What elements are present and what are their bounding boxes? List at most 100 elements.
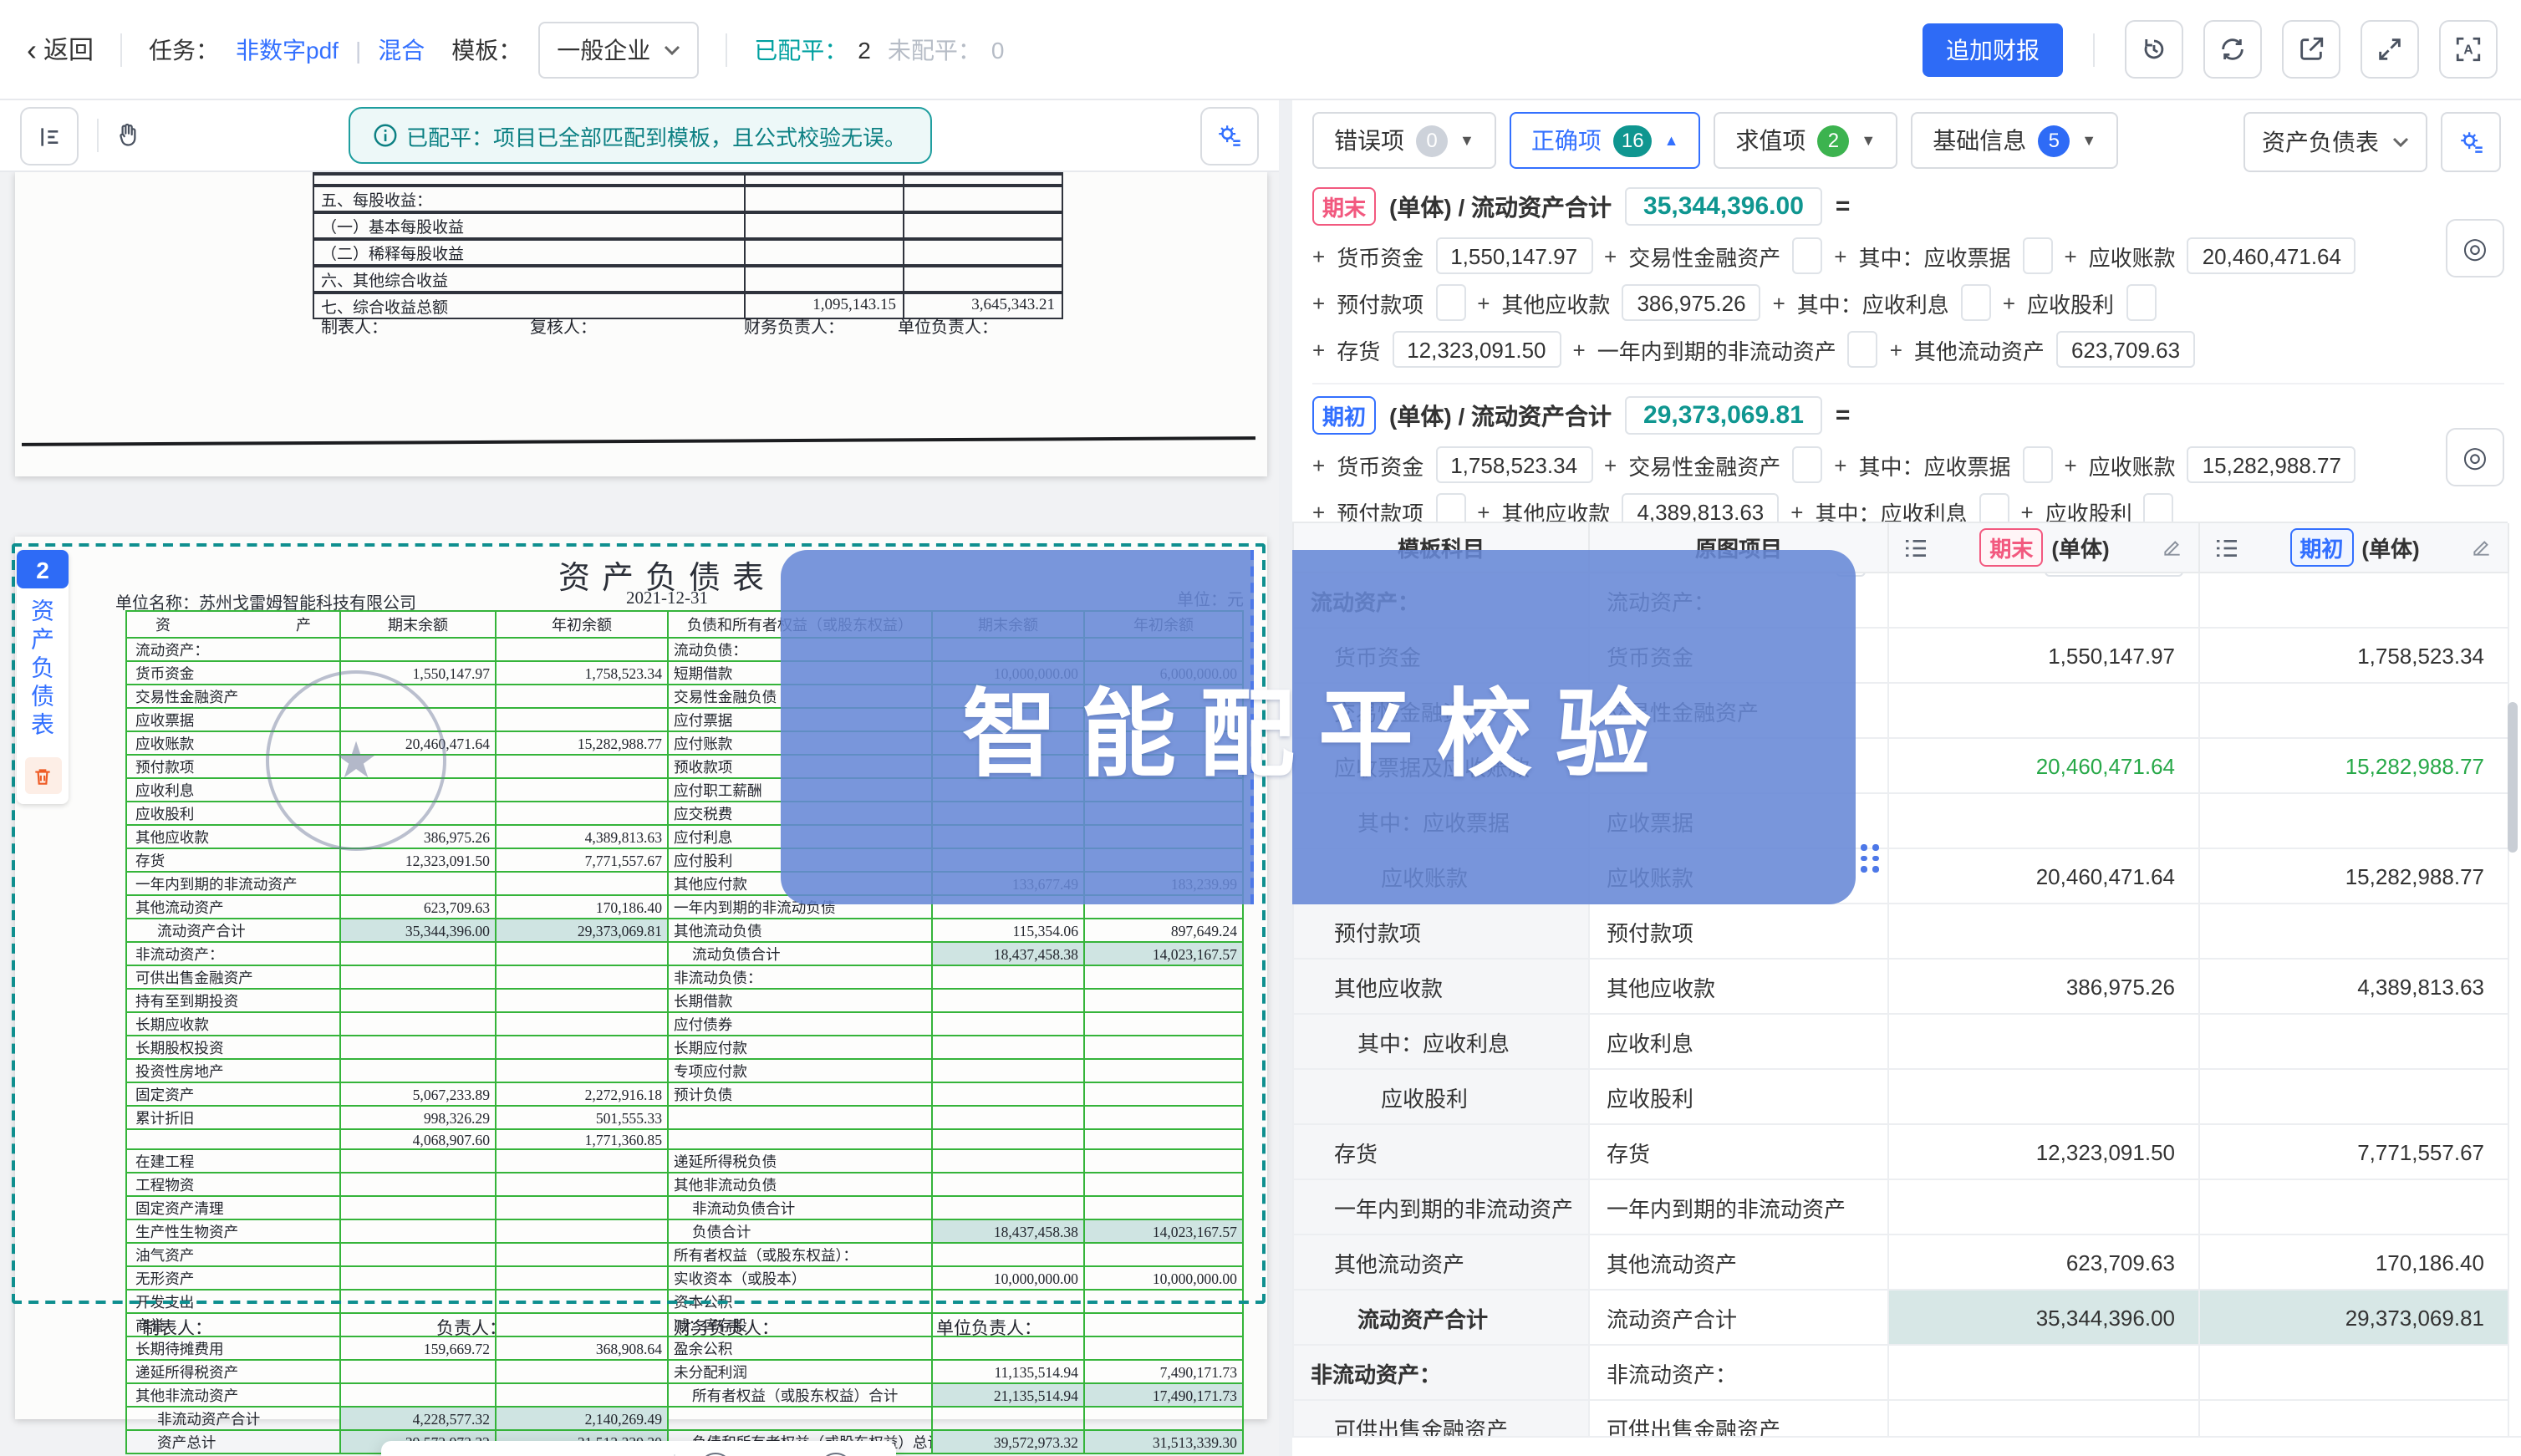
tab-error-items[interactable]: 错误项0▼: [1312, 112, 1496, 169]
zoom-out-button[interactable]: −: [700, 1453, 733, 1456]
table-row[interactable]: 预付款项预付款项: [1293, 904, 2508, 959]
cell-period-end-value[interactable]: [1888, 683, 2199, 738]
term-value-box[interactable]: [2022, 237, 2052, 274]
cell-period-begin-value[interactable]: [2199, 1179, 2508, 1235]
view-on-image-button[interactable]: ◎: [2446, 428, 2504, 486]
doc-cell-liability: 长期借款: [668, 989, 932, 1012]
list-icon[interactable]: [2215, 537, 2238, 557]
ocr-recognize-button[interactable]: A: [2439, 20, 2498, 79]
cell-period-end-value[interactable]: 1,550,147.97: [1888, 628, 2199, 683]
term-value-box[interactable]: [1961, 284, 1991, 321]
table-row[interactable]: 其他流动资产其他流动资产623,709.63170,186.40: [1293, 1235, 2508, 1290]
cell-period-begin-value[interactable]: [2199, 1014, 2508, 1069]
formula-total-value[interactable]: 29,373,069.81: [1625, 396, 1822, 435]
scan-artifact: [22, 436, 1255, 446]
cell-period-end-value[interactable]: 386,975.26: [1888, 959, 2199, 1014]
doc-row: 在建工程递延所得税负债: [126, 1150, 1243, 1173]
refresh-button[interactable]: [2203, 20, 2262, 79]
term-value-box[interactable]: 386,975.26: [1622, 284, 1760, 321]
formula-term: +其他应收款386,975.26: [1477, 284, 1760, 321]
cell-period-begin-value[interactable]: 15,282,988.77: [2199, 738, 2508, 793]
tab-basic-info[interactable]: 基础信息5▼: [1911, 112, 2118, 169]
task-name[interactable]: 非数字pdf: [236, 33, 339, 66]
list-icon[interactable]: [1904, 537, 1928, 557]
cell-period-begin-value[interactable]: [2199, 904, 2508, 959]
cell-period-end-value[interactable]: 20,460,471.64: [1888, 738, 2199, 793]
cell-period-end-value[interactable]: 12,323,091.50: [1888, 1124, 2199, 1179]
term-value-box[interactable]: 20,460,471.64: [2187, 237, 2356, 274]
edit-pencil-icon[interactable]: [2471, 537, 2493, 558]
tab-correct-items[interactable]: 正确项16▲: [1510, 112, 1701, 169]
term-value-box[interactable]: [1435, 284, 1465, 321]
template-label: 模板：: [451, 33, 522, 66]
doc-row: 六、其他综合收益: [313, 266, 1062, 293]
cell-period-end-value[interactable]: [1888, 1069, 2199, 1124]
match-settings-button[interactable]: [1200, 107, 1259, 165]
view-on-image-button[interactable]: ◎: [2446, 219, 2504, 277]
table-row[interactable]: 流动资产合计流动资产合计35,344,396.0029,373,069.81: [1293, 1290, 2508, 1345]
zoom-in-button[interactable]: +: [819, 1453, 853, 1456]
table-row[interactable]: 其他应收款其他应收款386,975.264,389,813.63: [1293, 959, 2508, 1014]
formula-target-label: (单体) / 流动资产合计: [1389, 190, 1612, 223]
term-value-box[interactable]: [1848, 331, 1878, 368]
term-value-box[interactable]: 1,758,523.34: [1435, 446, 1592, 483]
doc-cell-asset-begin: [496, 1197, 668, 1220]
delete-region-button[interactable]: [24, 757, 61, 794]
doc-cell-asset: 其他非流动资产: [126, 1384, 340, 1408]
add-report-button[interactable]: 追加财报: [1923, 23, 2063, 76]
cell-period-begin-value[interactable]: 1,758,523.34: [2199, 628, 2508, 683]
cell-period-end-value[interactable]: [1888, 1014, 2199, 1069]
cell-period-end-value[interactable]: 623,709.63: [1888, 1235, 2199, 1290]
back-button[interactable]: ‹ 返回: [27, 32, 94, 67]
cell-period-begin-value[interactable]: [2199, 683, 2508, 738]
term-value-box[interactable]: [2022, 446, 2052, 483]
formula-settings-button[interactable]: [2441, 112, 2501, 172]
cell-period-begin-value[interactable]: [2199, 1345, 2508, 1400]
pan-tool-button[interactable]: [100, 107, 155, 162]
cell-period-begin-value[interactable]: [2199, 793, 2508, 848]
sheet-select[interactable]: 资产负债表: [2243, 112, 2427, 172]
history-button[interactable]: [2125, 20, 2183, 79]
cell-period-end-value[interactable]: 20,460,471.64: [1888, 848, 2199, 904]
doc-cell-asset-begin: [496, 942, 668, 965]
cell-period-end-value[interactable]: [1888, 1179, 2199, 1235]
cell-period-begin-value[interactable]: 170,186.40: [2199, 1235, 2508, 1290]
export-button[interactable]: [2282, 20, 2340, 79]
term-value-box[interactable]: [2126, 284, 2156, 321]
edit-pencil-icon[interactable]: [2162, 537, 2183, 558]
template-select[interactable]: 一般企业: [538, 21, 699, 78]
term-value-box[interactable]: 12,323,091.50: [1392, 331, 1561, 368]
cell-period-end-value[interactable]: [1888, 793, 2199, 848]
cell-period-end-value[interactable]: 35,344,396.00: [1888, 1290, 2199, 1345]
table-row[interactable]: 存货存货12,323,091.507,771,557.67: [1293, 1124, 2508, 1179]
table-row[interactable]: 应收股利应收股利: [1293, 1069, 2508, 1124]
table-row[interactable]: 非流动资产：非流动资产：: [1293, 1345, 2508, 1400]
overlay-drag-handle[interactable]: [1861, 844, 1879, 872]
cell-period-begin-value[interactable]: 7,771,557.67: [2199, 1124, 2508, 1179]
term-value-box[interactable]: 623,709.63: [2056, 331, 2195, 368]
cell-period-begin-value[interactable]: 29,373,069.81: [2199, 1290, 2508, 1345]
cell-period-begin-value[interactable]: [2199, 573, 2508, 628]
vertical-scrollbar-thumb[interactable]: [2508, 702, 2518, 853]
formula-total-value[interactable]: 35,344,396.00: [1625, 187, 1822, 226]
term-value-box[interactable]: 1,550,147.97: [1435, 237, 1592, 274]
fullscreen-button[interactable]: [2361, 20, 2419, 79]
doc-cell-asset-begin: 501,555.33: [496, 1106, 668, 1129]
cell-period-end-value[interactable]: [1888, 573, 2199, 628]
outline-tool-button[interactable]: [20, 107, 79, 165]
term-value-box[interactable]: [1792, 446, 1822, 483]
cell-period-end-value[interactable]: [1888, 1345, 2199, 1400]
term-label: 交易性金融资产: [1628, 449, 1780, 481]
doc-cell-asset-begin: [496, 638, 668, 661]
cell-period-begin-value[interactable]: 4,389,813.63: [2199, 959, 2508, 1014]
table-row[interactable]: 其中：应收利息应收利息: [1293, 1014, 2508, 1069]
table-row[interactable]: 一年内到期的非流动资产一年内到期的非流动资产: [1293, 1179, 2508, 1235]
tab-evaluate-items[interactable]: 求值项2▼: [1714, 112, 1897, 169]
doc-cell-asset-begin: [496, 872, 668, 895]
term-value-box[interactable]: 15,282,988.77: [2187, 446, 2356, 483]
term-value-box[interactable]: [1792, 237, 1822, 274]
cell-period-end-value[interactable]: [1888, 904, 2199, 959]
cell-period-begin-value[interactable]: 15,282,988.77: [2199, 848, 2508, 904]
task-mode[interactable]: 混合: [378, 33, 425, 66]
cell-period-begin-value[interactable]: [2199, 1069, 2508, 1124]
